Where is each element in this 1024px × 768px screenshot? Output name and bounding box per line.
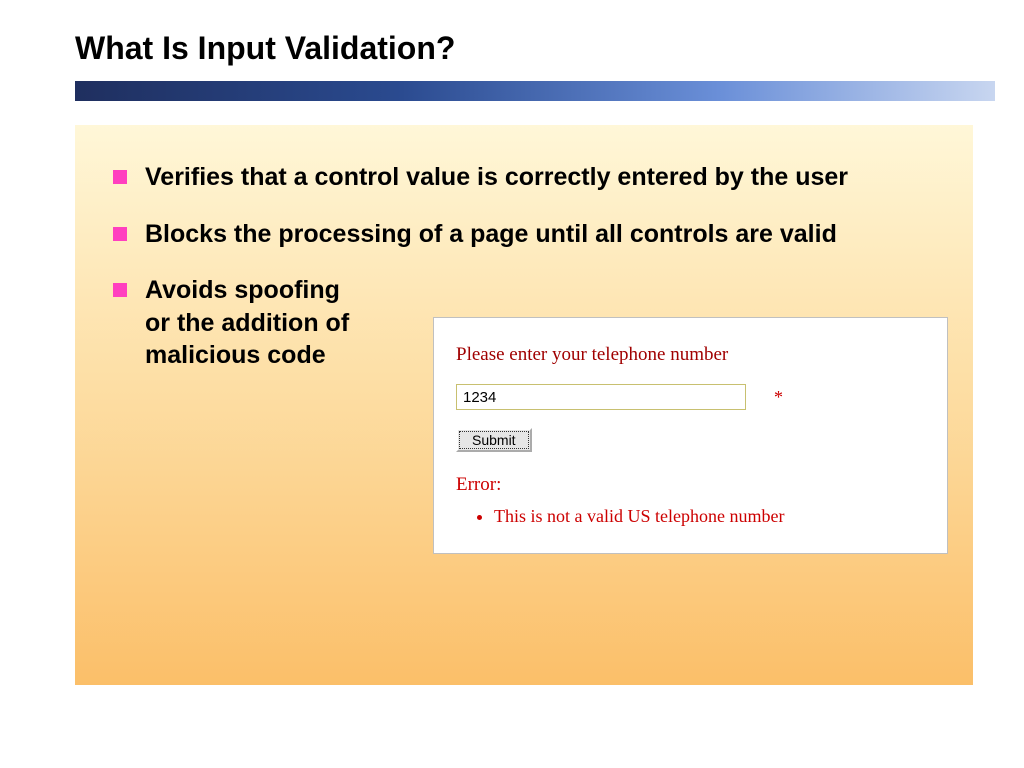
submit-button[interactable]: Submit: [456, 428, 532, 452]
bullet-text: Verifies that a control value is correct…: [145, 161, 848, 194]
bullet-square-icon: [113, 283, 127, 297]
error-list: This is not a valid US telephone number: [494, 506, 931, 527]
form-prompt: Please enter your telephone number: [456, 344, 931, 366]
content-panel: Verifies that a control value is correct…: [75, 125, 973, 685]
bullet-square-icon: [113, 170, 127, 184]
slide-title: What Is Input Validation?: [20, 30, 1004, 81]
bullet-text: Avoids spoofing or the addition of malic…: [145, 274, 395, 372]
error-label: Error:: [456, 474, 931, 496]
telephone-input[interactable]: [456, 384, 746, 410]
bullet-square-icon: [113, 227, 127, 241]
example-form-card: Please enter your telephone number * Sub…: [433, 317, 948, 554]
bullet-item: Blocks the processing of a page until al…: [113, 218, 941, 251]
field-row: *: [456, 384, 931, 410]
slide: What Is Input Validation? Verifies that …: [0, 0, 1024, 768]
error-item: This is not a valid US telephone number: [494, 506, 931, 527]
required-asterisk-icon: *: [774, 387, 783, 408]
title-divider: [75, 81, 995, 101]
bullet-item: Verifies that a control value is correct…: [113, 161, 941, 194]
bullet-text: Blocks the processing of a page until al…: [145, 218, 837, 251]
